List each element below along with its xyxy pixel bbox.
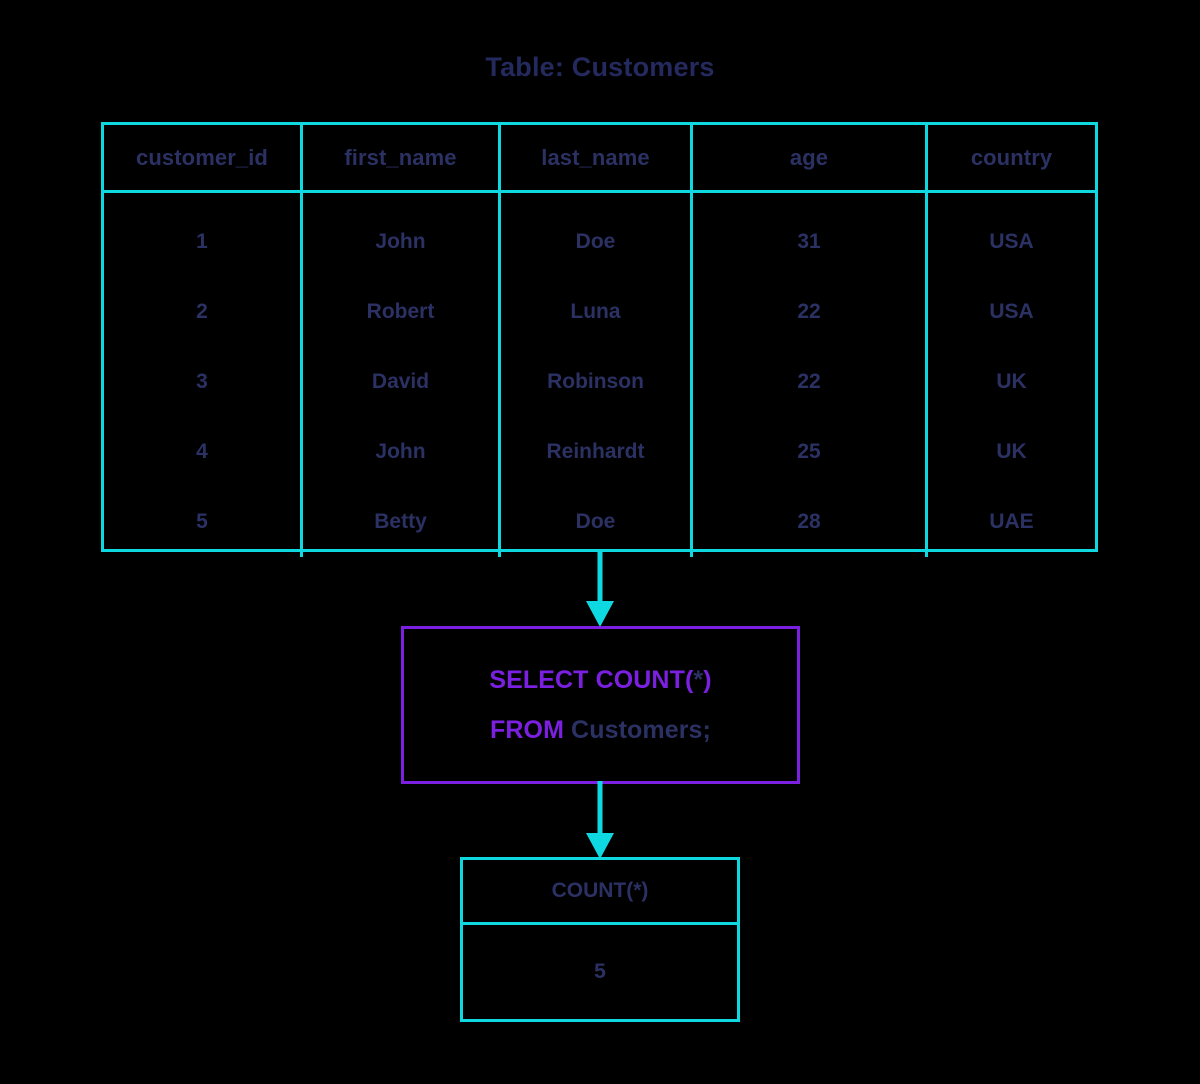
table-cell: 4 xyxy=(196,440,208,463)
table-column-first-name: John Robert David John Betty xyxy=(303,193,501,557)
sql-close-paren: ) xyxy=(703,666,712,694)
table-cell: John xyxy=(375,230,426,253)
table-cell: Robinson xyxy=(547,370,644,393)
table-body: 1 2 3 4 5 John Robert David John Betty D… xyxy=(104,193,1095,557)
table-column-country: USA USA UK UK UAE xyxy=(928,193,1095,557)
column-header-label: last_name xyxy=(541,144,650,170)
sql-line-select: SELECT COUNT(*) xyxy=(489,655,711,705)
column-header-label: customer_id xyxy=(136,144,268,170)
arrow-down-icon xyxy=(586,549,614,627)
result-table: COUNT(*) 5 xyxy=(460,857,740,1022)
column-header-last-name: last_name xyxy=(501,125,693,190)
table-column-age: 31 22 22 25 28 xyxy=(693,193,928,557)
table-cell: 28 xyxy=(797,510,821,533)
sql-keyword-select-count: SELECT COUNT xyxy=(489,666,685,694)
table-cell: USA xyxy=(989,300,1034,323)
table-cell: Doe xyxy=(575,230,616,253)
column-header-label: age xyxy=(789,144,829,170)
table-cell: 22 xyxy=(797,300,821,323)
sql-table-identifier: Customers; xyxy=(564,716,711,744)
table-cell: 25 xyxy=(797,440,821,463)
arrow-down-icon xyxy=(586,781,614,859)
table-cell: 31 xyxy=(797,230,821,253)
column-header-label: first_name xyxy=(344,144,457,170)
table-cell: UK xyxy=(996,370,1027,393)
column-header-customer-id: customer_id xyxy=(104,125,303,190)
sql-query-box: SELECT COUNT(*) FROM Customers; xyxy=(401,626,800,784)
table-cell: UAE xyxy=(989,510,1034,533)
result-column-header: COUNT(*) xyxy=(463,860,737,925)
table-cell: 2 xyxy=(196,300,208,323)
result-value-cell: 5 xyxy=(594,960,606,983)
customers-table: customer_id first_name last_name age cou… xyxy=(101,122,1098,557)
table-cell: 22 xyxy=(797,370,821,393)
sql-line-from: FROM Customers; xyxy=(490,705,711,755)
column-header-country: country xyxy=(928,125,1095,190)
table-cell: Robert xyxy=(366,300,435,323)
table-column-customer-id: 1 2 3 4 5 xyxy=(104,193,303,557)
page-title: Table: Customers xyxy=(485,52,715,82)
table-cell: David xyxy=(371,370,430,393)
table-cell: Reinhardt xyxy=(546,440,645,463)
column-header-label: country xyxy=(970,144,1053,170)
table-cell: 3 xyxy=(196,370,208,393)
sql-keyword-from: FROM xyxy=(490,716,565,744)
table-cell: 5 xyxy=(196,510,208,533)
table-cell: John xyxy=(375,440,426,463)
table-cell: Betty xyxy=(374,510,427,533)
column-header-first-name: first_name xyxy=(303,125,501,190)
table-cell: Doe xyxy=(575,510,616,533)
table-header-row: customer_id first_name last_name age cou… xyxy=(104,125,1095,193)
table-cell: USA xyxy=(989,230,1034,253)
table-cell: UK xyxy=(996,440,1027,463)
table-cell: Luna xyxy=(570,300,621,323)
table-cell: 1 xyxy=(196,230,208,253)
column-header-age: age xyxy=(693,125,928,190)
table-column-last-name: Doe Luna Robinson Reinhardt Doe xyxy=(501,193,693,557)
sql-star: * xyxy=(693,666,704,694)
